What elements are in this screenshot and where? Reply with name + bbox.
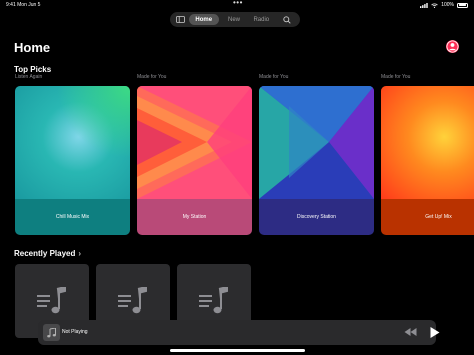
- card-title: My Station: [137, 199, 252, 235]
- card-caption: Made for You: [259, 74, 289, 80]
- top-picks-heading: Top Picks: [14, 65, 52, 74]
- card-title: Discovery Station: [259, 199, 374, 235]
- status-time: 9:41 Mon Jun 5: [6, 2, 41, 8]
- status-bar: 9:41 Mon Jun 5 ••• 100%: [0, 0, 474, 10]
- card-artwork: [259, 86, 374, 199]
- card-title: Chill Music Mix: [15, 199, 130, 235]
- music-note-list-icon: [37, 287, 66, 314]
- card-artwork: [15, 86, 130, 199]
- chevron-right-icon: ›: [78, 249, 82, 258]
- status-indicators: 100%: [420, 2, 468, 8]
- music-note-list-icon: [118, 287, 147, 314]
- sidebar-toggle-button[interactable]: [173, 14, 189, 25]
- mini-player[interactable]: Not Playing: [38, 320, 440, 345]
- now-playing-artwork: [43, 324, 60, 341]
- battery-percent: 100%: [441, 2, 454, 8]
- account-button[interactable]: [446, 40, 459, 53]
- tab-new[interactable]: New: [223, 14, 246, 25]
- multitasking-dots[interactable]: •••: [233, 0, 243, 7]
- page-title: Home: [14, 40, 51, 55]
- music-note-list-icon: [199, 287, 228, 314]
- sidebar-icon: [176, 16, 186, 23]
- recently-played-label: Recently Played: [14, 249, 76, 258]
- home-indicator[interactable]: [170, 349, 305, 352]
- backward-icon[interactable]: [404, 328, 417, 336]
- discovery-station-card[interactable]: Discovery Station: [259, 86, 374, 235]
- get-up-mix-card[interactable]: Get Up! Mix: [381, 86, 474, 235]
- search-icon: [283, 15, 291, 24]
- card-caption: Listen Again: [15, 74, 43, 80]
- play-icon[interactable]: [430, 327, 440, 338]
- search-button[interactable]: [277, 14, 297, 25]
- music-note-icon: [47, 327, 56, 337]
- person-circle-icon: [446, 40, 459, 53]
- wifi-icon: [431, 2, 438, 8]
- card-artwork: [381, 86, 474, 199]
- card-caption: Made for You: [381, 74, 411, 80]
- card-caption: Made for You: [137, 74, 167, 80]
- my-station-card[interactable]: My Station: [137, 86, 252, 235]
- now-playing-title: Not Playing: [62, 329, 88, 335]
- top-navigation: Home New Radio: [170, 12, 300, 27]
- tab-radio[interactable]: Radio: [245, 14, 277, 25]
- recently-played-heading[interactable]: Recently Played ›: [14, 249, 81, 258]
- card-artwork: [137, 86, 252, 199]
- tab-home[interactable]: Home: [188, 14, 219, 25]
- battery-icon: [457, 2, 468, 8]
- card-title: Get Up! Mix: [381, 199, 474, 235]
- signal-icon: [420, 2, 428, 8]
- chill-music-mix-card[interactable]: Chill Music Mix: [15, 86, 130, 235]
